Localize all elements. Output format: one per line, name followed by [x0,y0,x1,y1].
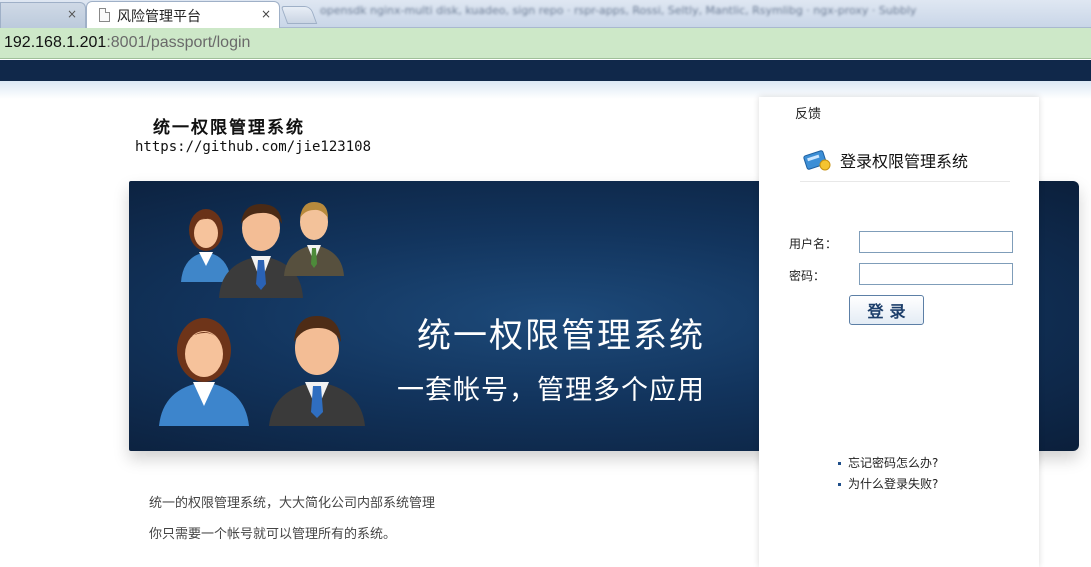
tab-previous[interactable]: × [0,2,86,28]
banner-headline: 统一权限管理系统 [417,316,705,356]
tab-title: 风险管理平台 [117,9,201,25]
description-line-1: 统一的权限管理系统，大大简化公司内部系统管理 [149,496,436,511]
address-bar[interactable]: 192.168.1.201:8001/passport/login [0,28,1091,59]
tab-active[interactable]: 风险管理平台 × [86,1,280,29]
person-woman-large-icon [159,318,249,426]
brand-link[interactable]: https://github.com/jie123108 [135,139,371,155]
help-failed-link[interactable]: 为什么登录失败? [848,477,938,491]
url-host: 192.168.1.201 [4,34,107,51]
username-label: 用户名： [789,237,838,251]
url-path: :8001/passport/login [106,34,251,51]
new-tab-button[interactable] [280,6,318,24]
brand-title: 统一权限管理系统 [153,118,305,138]
top-nav-band [0,60,1091,81]
help-item-failed[interactable]: 为什么登录失败? [838,475,938,492]
browser-tabstrip: × 风险管理平台 × opensdk nginx-multi disk, kua… [0,0,1091,29]
description-line-2: 你只需要一个帐号就可以管理所有的系统。 [149,527,397,542]
person-man-small-icon [284,202,344,276]
close-icon[interactable]: × [261,7,271,21]
url-text[interactable]: 192.168.1.201:8001/passport/login [4,34,250,52]
bullet-icon [838,483,841,486]
document-icon [99,8,110,22]
banner-subheadline: 一套帐号，管理多个应用 [397,375,705,406]
login-button[interactable]: 登录 [849,295,924,325]
help-forgot-link[interactable]: 忘记密码怎么办? [848,456,938,470]
login-title: 登录权限管理系统 [840,152,969,171]
help-item-forgot[interactable]: 忘记密码怎么办? [838,454,938,471]
username-input[interactable] [859,231,1013,253]
feedback-link[interactable]: 反馈 [795,103,821,122]
close-icon[interactable]: × [67,7,77,21]
background-tab-text: opensdk nginx-multi disk, kuadeo, sign r… [320,4,917,17]
bullet-icon [838,462,841,465]
login-card-icon [803,150,831,171]
password-input[interactable] [859,263,1013,285]
person-man-large-icon [269,316,365,426]
password-label: 密码： [789,269,826,283]
